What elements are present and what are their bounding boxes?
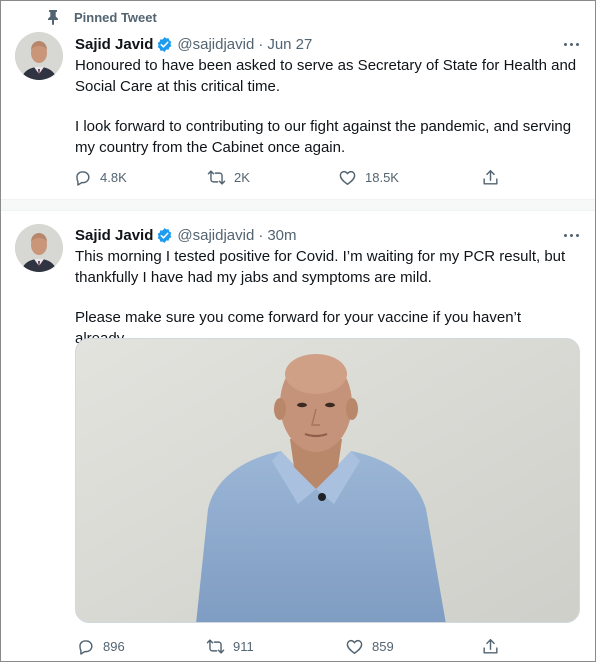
separator-dot: · [258,226,264,244]
author-name[interactable]: Sajid Javid [75,36,153,53]
tweet-header: Sajid Javid @sajidjavid · Jun 27 [75,34,581,54]
tweet-text: Honoured to have been asked to serve as … [75,56,577,158]
share-icon [483,170,498,185]
retweet-count: 2K [234,170,250,185]
pinned-label: Pinned Tweet [74,9,157,25]
retweet-button[interactable]: 2K [207,168,250,187]
tweet-paragraph: This morning I tested positive for Covid… [75,248,566,286]
like-button[interactable]: 859 [345,637,394,656]
tweet-actions: 4.8K 2K 18.5K [73,168,515,188]
more-options-icon[interactable] [561,225,581,245]
heart-icon [346,639,363,654]
pinned-indicator: Pinned Tweet [46,8,157,26]
reply-button[interactable]: 4.8K [73,168,127,187]
tweet-paragraph: I look forward to contributing to our fi… [75,118,572,156]
like-button[interactable]: 18.5K [338,168,399,187]
tweet-header: Sajid Javid @sajidjavid · 30m [75,225,581,245]
verified-badge-icon [158,227,172,243]
pin-icon [48,10,58,25]
pinned-tweet[interactable]: Pinned Tweet Sajid Javid @sajidjavid · J… [1,1,595,199]
tweet[interactable]: Sajid Javid @sajidjavid · 30m This morni… [1,211,595,661]
reply-count: 4.8K [100,170,127,185]
share-icon [483,639,498,654]
avatar[interactable] [15,224,63,272]
retweet-button[interactable]: 911 [206,637,254,656]
avatar[interactable] [15,32,63,80]
tweet-text: This morning I tested positive for Covid… [75,247,577,349]
author-name[interactable]: Sajid Javid [75,227,153,244]
tweet-divider [1,199,595,211]
more-options-icon[interactable] [561,34,581,54]
tweet-timeline: Pinned Tweet Sajid Javid @sajidjavid · J… [0,0,596,662]
like-count: 859 [372,639,394,654]
video-thumbnail[interactable] [75,338,580,623]
reply-icon [76,171,90,186]
share-button[interactable] [481,637,500,656]
separator-dot: · [258,35,264,53]
like-count: 18.5K [365,170,399,185]
tweet-actions: 896 911 859 [73,637,515,657]
author-handle[interactable]: @sajidjavid [177,36,254,53]
author-handle[interactable]: @sajidjavid [177,227,254,244]
reply-button[interactable]: 896 [76,637,125,656]
verified-badge-icon [158,36,172,52]
reply-icon [79,640,93,655]
retweet-icon [207,170,226,185]
retweet-icon [206,639,225,654]
tweet-timestamp[interactable]: Jun 27 [267,36,312,53]
retweet-count: 911 [233,639,254,654]
reply-count: 896 [103,639,125,654]
tweet-paragraph: Honoured to have been asked to serve as … [75,57,577,95]
heart-icon [339,170,356,185]
share-button[interactable] [481,168,500,187]
tweet-timestamp[interactable]: 30m [267,227,296,244]
